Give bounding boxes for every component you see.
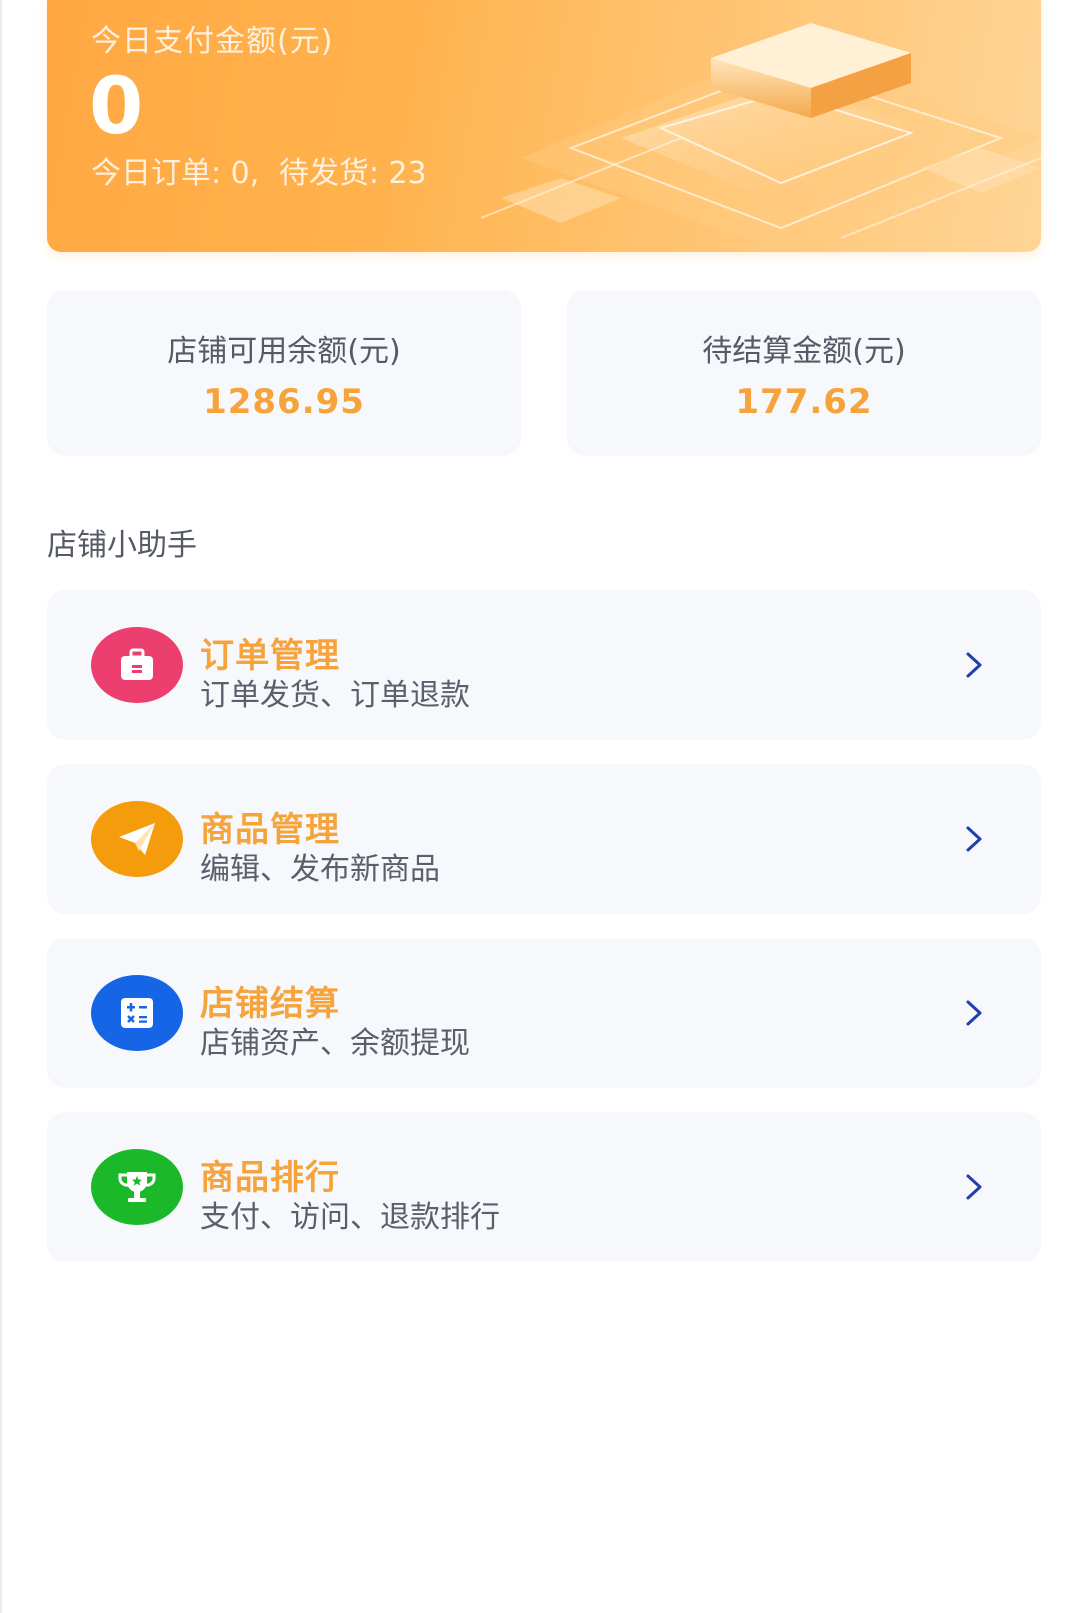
pending-settlement-value: 177.62 bbox=[735, 382, 873, 422]
menu-item-subtitle: 编辑、发布新商品 bbox=[200, 852, 440, 887]
available-balance-value: 1286.95 bbox=[203, 382, 365, 422]
menu-item-product-management[interactable]: 商品管理 编辑、发布新商品 bbox=[47, 764, 1041, 914]
today-payment-label: 今日支付金额(元) bbox=[91, 24, 334, 59]
section-title: 店铺小助手 bbox=[47, 528, 197, 563]
menu-item-subtitle: 支付、访问、退款排行 bbox=[200, 1200, 500, 1235]
banner-decoration-graphic bbox=[481, 23, 1041, 252]
menu-item-subtitle: 订单发货、订单退款 bbox=[200, 678, 470, 713]
available-balance-label: 店铺可用余额(元) bbox=[167, 334, 401, 369]
pending-shipment-count: 待发货: 23 bbox=[278, 156, 427, 191]
paper-plane-icon bbox=[91, 801, 183, 877]
calculator-icon bbox=[91, 975, 183, 1051]
chevron-right-icon bbox=[966, 826, 982, 852]
today-payment-banner: 今日支付金额(元) 0 今日订单: 0, 待发货: 23 bbox=[47, 0, 1041, 252]
chevron-right-icon bbox=[966, 652, 982, 678]
pending-settlement-label: 待结算金额(元) bbox=[702, 334, 906, 369]
shop-dashboard: 今日支付金额(元) 0 今日订单: 0, 待发货: 23 店铺可用余额(元) 1… bbox=[0, 0, 1080, 1613]
available-balance-card[interactable]: 店铺可用余额(元) 1286.95 bbox=[47, 290, 521, 456]
today-orders-count: 今日订单: 0, bbox=[91, 156, 260, 191]
menu-item-order-management[interactable]: 订单管理 订单发货、订单退款 bbox=[47, 590, 1041, 740]
pending-settlement-card[interactable]: 待结算金额(元) 177.62 bbox=[567, 290, 1041, 456]
chevron-right-icon bbox=[966, 1174, 982, 1200]
menu-item-subtitle: 店铺资产、余额提现 bbox=[200, 1026, 470, 1061]
today-order-summary: 今日订单: 0, 待发货: 23 bbox=[91, 148, 437, 192]
menu-item-product-ranking[interactable]: 商品排行 支付、访问、退款排行 bbox=[47, 1112, 1041, 1262]
trophy-icon bbox=[91, 1149, 183, 1225]
menu-item-shop-settlement[interactable]: 店铺结算 店铺资产、余额提现 bbox=[47, 938, 1041, 1088]
briefcase-icon bbox=[91, 627, 183, 703]
chevron-right-icon bbox=[966, 1000, 982, 1026]
today-payment-amount: 0 bbox=[89, 62, 144, 152]
